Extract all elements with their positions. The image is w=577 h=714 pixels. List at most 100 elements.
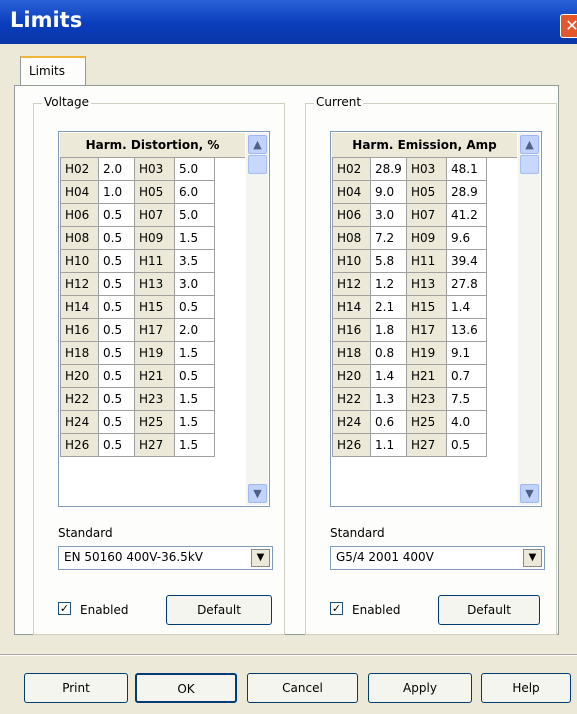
ok-button[interactable]: OK (135, 673, 237, 703)
limit-value-cell[interactable]: 0.5 (98, 433, 135, 457)
limit-value-cell[interactable]: 0.5 (98, 272, 135, 296)
limit-value-cell[interactable]: 0.7 (446, 364, 487, 388)
limit-value-cell[interactable]: 41.2 (446, 203, 487, 227)
table-row: H16 0.5 H17 2.0 (60, 318, 215, 342)
scroll-up-button[interactable]: ▲ (248, 135, 267, 154)
limit-value-cell[interactable]: 0.5 (174, 295, 215, 319)
voltage-standard-label: Standard (58, 526, 113, 540)
limit-value-cell[interactable]: 2.1 (370, 295, 407, 319)
limit-value-cell[interactable]: 2.0 (98, 157, 135, 181)
limit-value-cell[interactable]: 1.8 (370, 318, 407, 342)
limit-value-cell[interactable]: 0.8 (370, 341, 407, 365)
voltage-grid-header: Harm. Distortion, % (60, 133, 245, 158)
limit-value-cell[interactable]: 0.5 (98, 295, 135, 319)
scroll-up-button[interactable]: ▲ (520, 135, 539, 154)
limit-value-cell[interactable]: 2.0 (174, 318, 215, 342)
limit-value-cell[interactable]: 1.1 (370, 433, 407, 457)
limit-value-cell[interactable]: 0.5 (98, 226, 135, 250)
limit-value-cell[interactable]: 0.6 (370, 410, 407, 434)
limit-value-cell[interactable]: 5.0 (174, 203, 215, 227)
limit-value-cell[interactable]: 28.9 (446, 180, 487, 204)
limit-value-cell[interactable]: 1.0 (98, 180, 135, 204)
harmonic-label-cell: H07 (406, 203, 447, 227)
limit-value-cell[interactable]: 9.1 (446, 341, 487, 365)
limit-value-cell[interactable]: 0.5 (98, 364, 135, 388)
voltage-scrollbar[interactable]: ▲ ▼ (246, 133, 268, 505)
harmonic-label-cell: H24 (332, 410, 371, 434)
harmonic-label-cell: H06 (332, 203, 371, 227)
limit-value-cell[interactable]: 1.5 (174, 226, 215, 250)
current-enabled-checkbox[interactable]: ✓ (330, 602, 343, 615)
table-row: H24 0.6 H25 4.0 (332, 410, 487, 434)
current-default-button[interactable]: Default (438, 595, 540, 625)
help-button[interactable]: Help (481, 673, 571, 703)
limit-value-cell[interactable]: 1.4 (446, 295, 487, 319)
limit-value-cell[interactable]: 0.5 (174, 364, 215, 388)
limit-value-cell[interactable]: 1.4 (370, 364, 407, 388)
limit-value-cell[interactable]: 1.3 (370, 387, 407, 411)
voltage-enabled-checkbox[interactable]: ✓ (58, 602, 71, 615)
limit-value-cell[interactable]: 48.1 (446, 157, 487, 181)
limit-value-cell[interactable]: 7.2 (370, 226, 407, 250)
current-scrollbar[interactable]: ▲ ▼ (518, 133, 540, 505)
limit-value-cell[interactable]: 1.5 (174, 410, 215, 434)
scroll-down-button[interactable]: ▼ (248, 484, 267, 503)
limit-value-cell[interactable]: 0.5 (98, 203, 135, 227)
table-row: H24 0.5 H25 1.5 (60, 410, 215, 434)
scroll-thumb[interactable] (248, 155, 267, 174)
harmonic-label-cell: H22 (332, 387, 371, 411)
tab-limits[interactable]: Limits (20, 56, 86, 86)
table-row: H14 0.5 H15 0.5 (60, 295, 215, 319)
table-row: H06 0.5 H07 5.0 (60, 203, 215, 227)
harmonic-label-cell: H12 (332, 272, 371, 296)
limit-value-cell[interactable]: 28.9 (370, 157, 407, 181)
limit-value-cell[interactable]: 1.5 (174, 433, 215, 457)
harmonic-label-cell: H27 (406, 433, 447, 457)
limit-value-cell[interactable]: 3.0 (174, 272, 215, 296)
limit-value-cell[interactable]: 0.5 (446, 433, 487, 457)
table-row: H10 0.5 H11 3.5 (60, 249, 215, 273)
close-button[interactable]: ✕ (560, 14, 577, 38)
limit-value-cell[interactable]: 1.5 (174, 341, 215, 365)
table-row: H10 5.8 H11 39.4 (332, 249, 487, 273)
limit-value-cell[interactable]: 9.0 (370, 180, 407, 204)
scroll-thumb[interactable] (520, 155, 539, 174)
harmonic-label-cell: H20 (332, 364, 371, 388)
limit-value-cell[interactable]: 0.5 (98, 318, 135, 342)
limit-value-cell[interactable]: 3.0 (370, 203, 407, 227)
limit-value-cell[interactable]: 9.6 (446, 226, 487, 250)
harmonic-label-cell: H14 (332, 295, 371, 319)
limit-value-cell[interactable]: 5.0 (174, 157, 215, 181)
harmonic-label-cell: H11 (134, 249, 175, 273)
limit-value-cell[interactable]: 0.5 (98, 249, 135, 273)
current-table: H02 28.9 H03 48.1 H04 9.0 H05 28.9 H06 3.0 H07 41.2… (332, 157, 487, 457)
limit-value-cell[interactable]: 1.2 (370, 272, 407, 296)
limit-value-cell[interactable]: 27.8 (446, 272, 487, 296)
limit-value-cell[interactable]: 3.5 (174, 249, 215, 273)
current-standard-select[interactable]: G5/4 2001 400V ▼ (330, 546, 545, 570)
dropdown-arrow-icon[interactable]: ▼ (251, 549, 270, 567)
voltage-grid[interactable]: Harm. Distortion, % H02 2.0 H03 5.0 H04 1.0 H0… (58, 131, 270, 507)
limit-value-cell[interactable]: 6.0 (174, 180, 215, 204)
cancel-button[interactable]: Cancel (247, 673, 358, 703)
current-enabled-label: Enabled (352, 603, 401, 617)
limit-value-cell[interactable]: 0.5 (98, 387, 135, 411)
current-grid[interactable]: Harm. Emission, Amp H02 28.9 H03 48.1 H04 9.0… (330, 131, 542, 507)
limit-value-cell[interactable]: 5.8 (370, 249, 407, 273)
limit-value-cell[interactable]: 13.6 (446, 318, 487, 342)
limit-value-cell[interactable]: 0.5 (98, 410, 135, 434)
voltage-default-button[interactable]: Default (166, 595, 272, 625)
limit-value-cell[interactable]: 39.4 (446, 249, 487, 273)
dropdown-arrow-icon[interactable]: ▼ (523, 549, 542, 567)
harmonic-label-cell: H15 (134, 295, 175, 319)
harmonic-label-cell: H26 (332, 433, 371, 457)
voltage-standard-select[interactable]: EN 50160 400V-36.5kV ▼ (58, 546, 273, 570)
print-button[interactable]: Print (24, 673, 128, 703)
apply-button[interactable]: Apply (368, 673, 472, 703)
limit-value-cell[interactable]: 1.5 (174, 387, 215, 411)
limit-value-cell[interactable]: 7.5 (446, 387, 487, 411)
limit-value-cell[interactable]: 4.0 (446, 410, 487, 434)
harmonic-label-cell: H08 (332, 226, 371, 250)
scroll-down-button[interactable]: ▼ (520, 484, 539, 503)
limit-value-cell[interactable]: 0.5 (98, 341, 135, 365)
